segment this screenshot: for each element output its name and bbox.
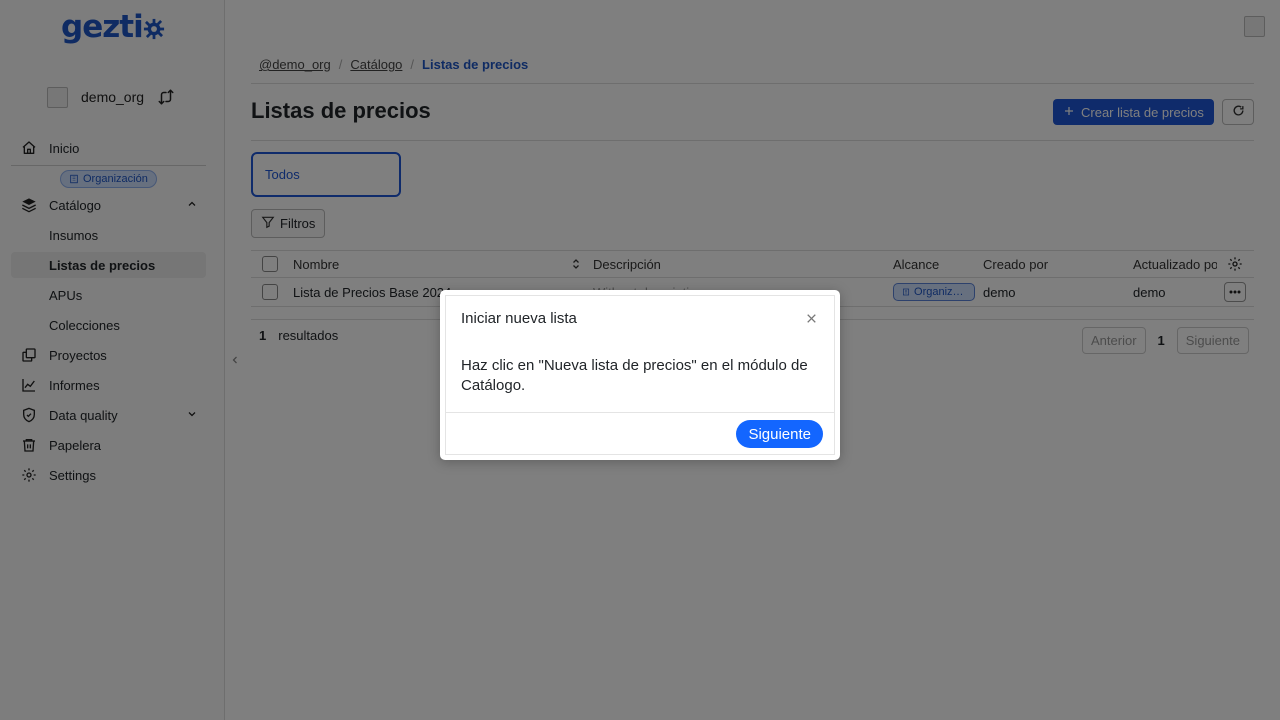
tour-modal: Iniciar nueva lista Haz clic en "Nueva l…	[440, 290, 840, 460]
close-icon[interactable]	[803, 310, 819, 326]
modal-title: Iniciar nueva lista	[461, 310, 577, 327]
tour-modal-content: Iniciar nueva lista Haz clic en "Nueva l…	[445, 295, 835, 455]
modal-body: Haz clic en "Nueva lista de precios" en …	[461, 357, 808, 394]
divider	[446, 412, 834, 413]
next-button[interactable]: Siguiente	[736, 420, 823, 448]
